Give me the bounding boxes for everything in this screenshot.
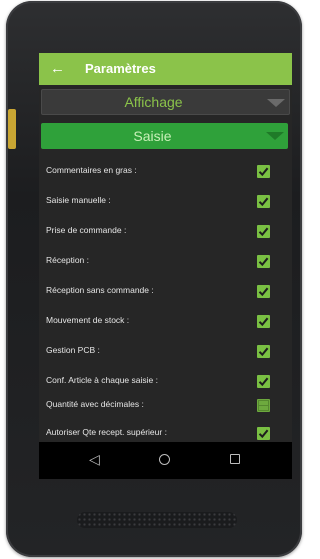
dropdown-triangle-icon [266, 132, 284, 140]
setting-row: Autoriser Qte recept. supérieur : [39, 423, 292, 443]
checkmark-icon [258, 197, 269, 207]
unchecked-box-icon [258, 400, 269, 411]
nav-home-icon[interactable] [159, 454, 170, 465]
setting-label: Quantité avec décimales : [46, 399, 144, 409]
speaker-grille [77, 512, 237, 528]
setting-label: Autoriser Qte recept. supérieur : [46, 427, 167, 437]
setting-checkbox[interactable] [257, 315, 270, 328]
checkmark-icon [258, 317, 269, 327]
setting-row: Gestion PCB : [39, 341, 292, 361]
dropdown-triangle-icon [267, 99, 285, 107]
setting-label: Mouvement de stock : [46, 315, 130, 325]
back-arrow-icon[interactable]: ← [50, 59, 65, 79]
setting-checkbox[interactable] [257, 427, 270, 440]
setting-label: Réception sans commande : [46, 285, 154, 295]
setting-label: Saisie manuelle : [46, 195, 111, 205]
setting-row: Saisie manuelle : [39, 191, 292, 211]
checkmark-icon [258, 167, 269, 177]
side-scan-button[interactable] [8, 109, 16, 149]
setting-label: Prise de commande : [46, 225, 127, 235]
nav-recent-apps-icon[interactable] [230, 454, 240, 464]
device-frame: ← Paramètres Affichage Saisie Commentair… [6, 1, 302, 557]
setting-checkbox[interactable] [257, 375, 270, 388]
setting-checkbox[interactable] [257, 345, 270, 358]
checkmark-icon [258, 347, 269, 357]
page-title: Paramètres [85, 61, 156, 76]
setting-label: Réception : [46, 255, 89, 265]
section-saisie-label: Saisie [133, 128, 172, 144]
setting-label: Gestion PCB : [46, 345, 100, 355]
setting-row: Quantité avec décimales : [39, 395, 292, 415]
app-header: ← Paramètres [39, 53, 292, 85]
checkmark-icon [258, 257, 269, 267]
setting-row: Prise de commande : [39, 221, 292, 241]
setting-checkbox[interactable] [257, 195, 270, 208]
setting-row: Réception : [39, 251, 292, 271]
checkmark-icon [258, 287, 269, 297]
setting-checkbox[interactable] [257, 225, 270, 238]
screen: ← Paramètres Affichage Saisie Commentair… [39, 53, 292, 479]
setting-row: Mouvement de stock : [39, 311, 292, 331]
checkmark-icon [258, 377, 269, 387]
setting-row: Commentaires en gras : [39, 161, 292, 181]
setting-label: Commentaires en gras : [46, 165, 137, 175]
checkmark-icon [258, 429, 269, 439]
setting-label: Conf. Article à chaque saisie : [46, 375, 158, 385]
setting-checkbox[interactable] [257, 285, 270, 298]
setting-checkbox[interactable] [257, 255, 270, 268]
setting-row: Conf. Article à chaque saisie : [39, 371, 292, 391]
android-nav-bar: ◁ [39, 442, 292, 479]
setting-checkbox[interactable] [257, 399, 270, 412]
nav-back-icon[interactable]: ◁ [89, 451, 100, 468]
section-affichage-label: Affichage [124, 94, 183, 110]
section-saisie[interactable]: Saisie [41, 123, 288, 149]
section-affichage[interactable]: Affichage [41, 89, 290, 115]
setting-checkbox[interactable] [257, 165, 270, 178]
setting-row: Réception sans commande : [39, 281, 292, 301]
checkmark-icon [258, 227, 269, 237]
